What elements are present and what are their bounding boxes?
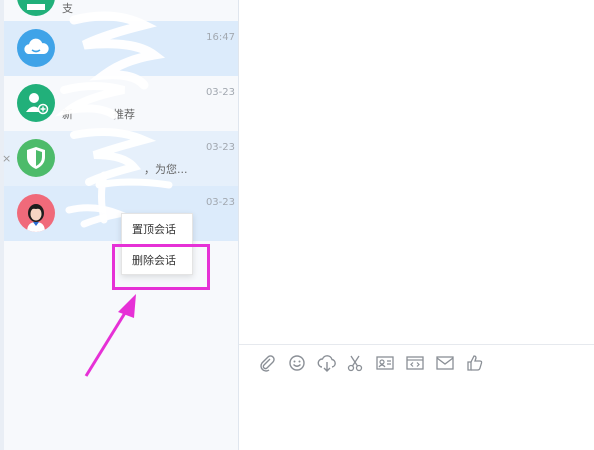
conversation-time: 16:47 bbox=[206, 32, 235, 43]
avatar bbox=[17, 194, 55, 232]
code-icon[interactable] bbox=[403, 351, 427, 375]
scissors-icon[interactable] bbox=[343, 351, 367, 375]
paperclip-icon[interactable] bbox=[255, 351, 279, 375]
conversation-message: 新 推荐 bbox=[62, 106, 202, 122]
conversation-message-tail: 推荐 bbox=[113, 108, 135, 121]
chat-message-area[interactable] bbox=[239, 0, 594, 345]
add-friend-icon bbox=[26, 93, 49, 115]
chat-toolbar bbox=[239, 345, 594, 450]
conversation-time: 03-23 bbox=[205, 197, 235, 208]
pin-conversation-menu-item[interactable]: 置顶会话 bbox=[122, 215, 192, 245]
group-icon bbox=[27, 4, 45, 10]
conversation-item-selected[interactable]: 16:47 bbox=[4, 21, 238, 76]
conversation-message: 支 bbox=[62, 2, 73, 15]
app-window: 支 16:47 新 推荐 03-23 × ，为您... 03-23 03-23 … bbox=[0, 0, 594, 450]
person-avatar-icon bbox=[27, 204, 45, 232]
avatar bbox=[17, 0, 55, 16]
conversation-message-start: 新 bbox=[62, 108, 73, 121]
shield-icon bbox=[27, 147, 45, 169]
contact-card-icon[interactable] bbox=[373, 351, 397, 375]
conversation-time: 03-23 bbox=[205, 142, 235, 153]
conversation-item[interactable]: 新 推荐 03-23 bbox=[4, 76, 238, 131]
mail-icon[interactable] bbox=[433, 351, 457, 375]
avatar bbox=[17, 139, 55, 177]
cloud-upload-icon[interactable] bbox=[315, 351, 339, 375]
cloud-icon bbox=[24, 38, 49, 54]
conversation-message-tail: ，为您... bbox=[144, 163, 188, 176]
conversation-item-hover[interactable]: × ，为您... 03-23 bbox=[2, 131, 238, 186]
thumbs-up-icon[interactable] bbox=[463, 351, 487, 375]
avatar bbox=[17, 84, 55, 122]
emoji-icon[interactable] bbox=[285, 351, 309, 375]
conversation-time: 03-23 bbox=[205, 87, 235, 98]
conversation-message: ，为您... bbox=[62, 161, 202, 177]
avatar bbox=[17, 29, 55, 67]
close-icon[interactable]: × bbox=[2, 152, 11, 165]
annotation-highlight-box bbox=[112, 244, 210, 290]
